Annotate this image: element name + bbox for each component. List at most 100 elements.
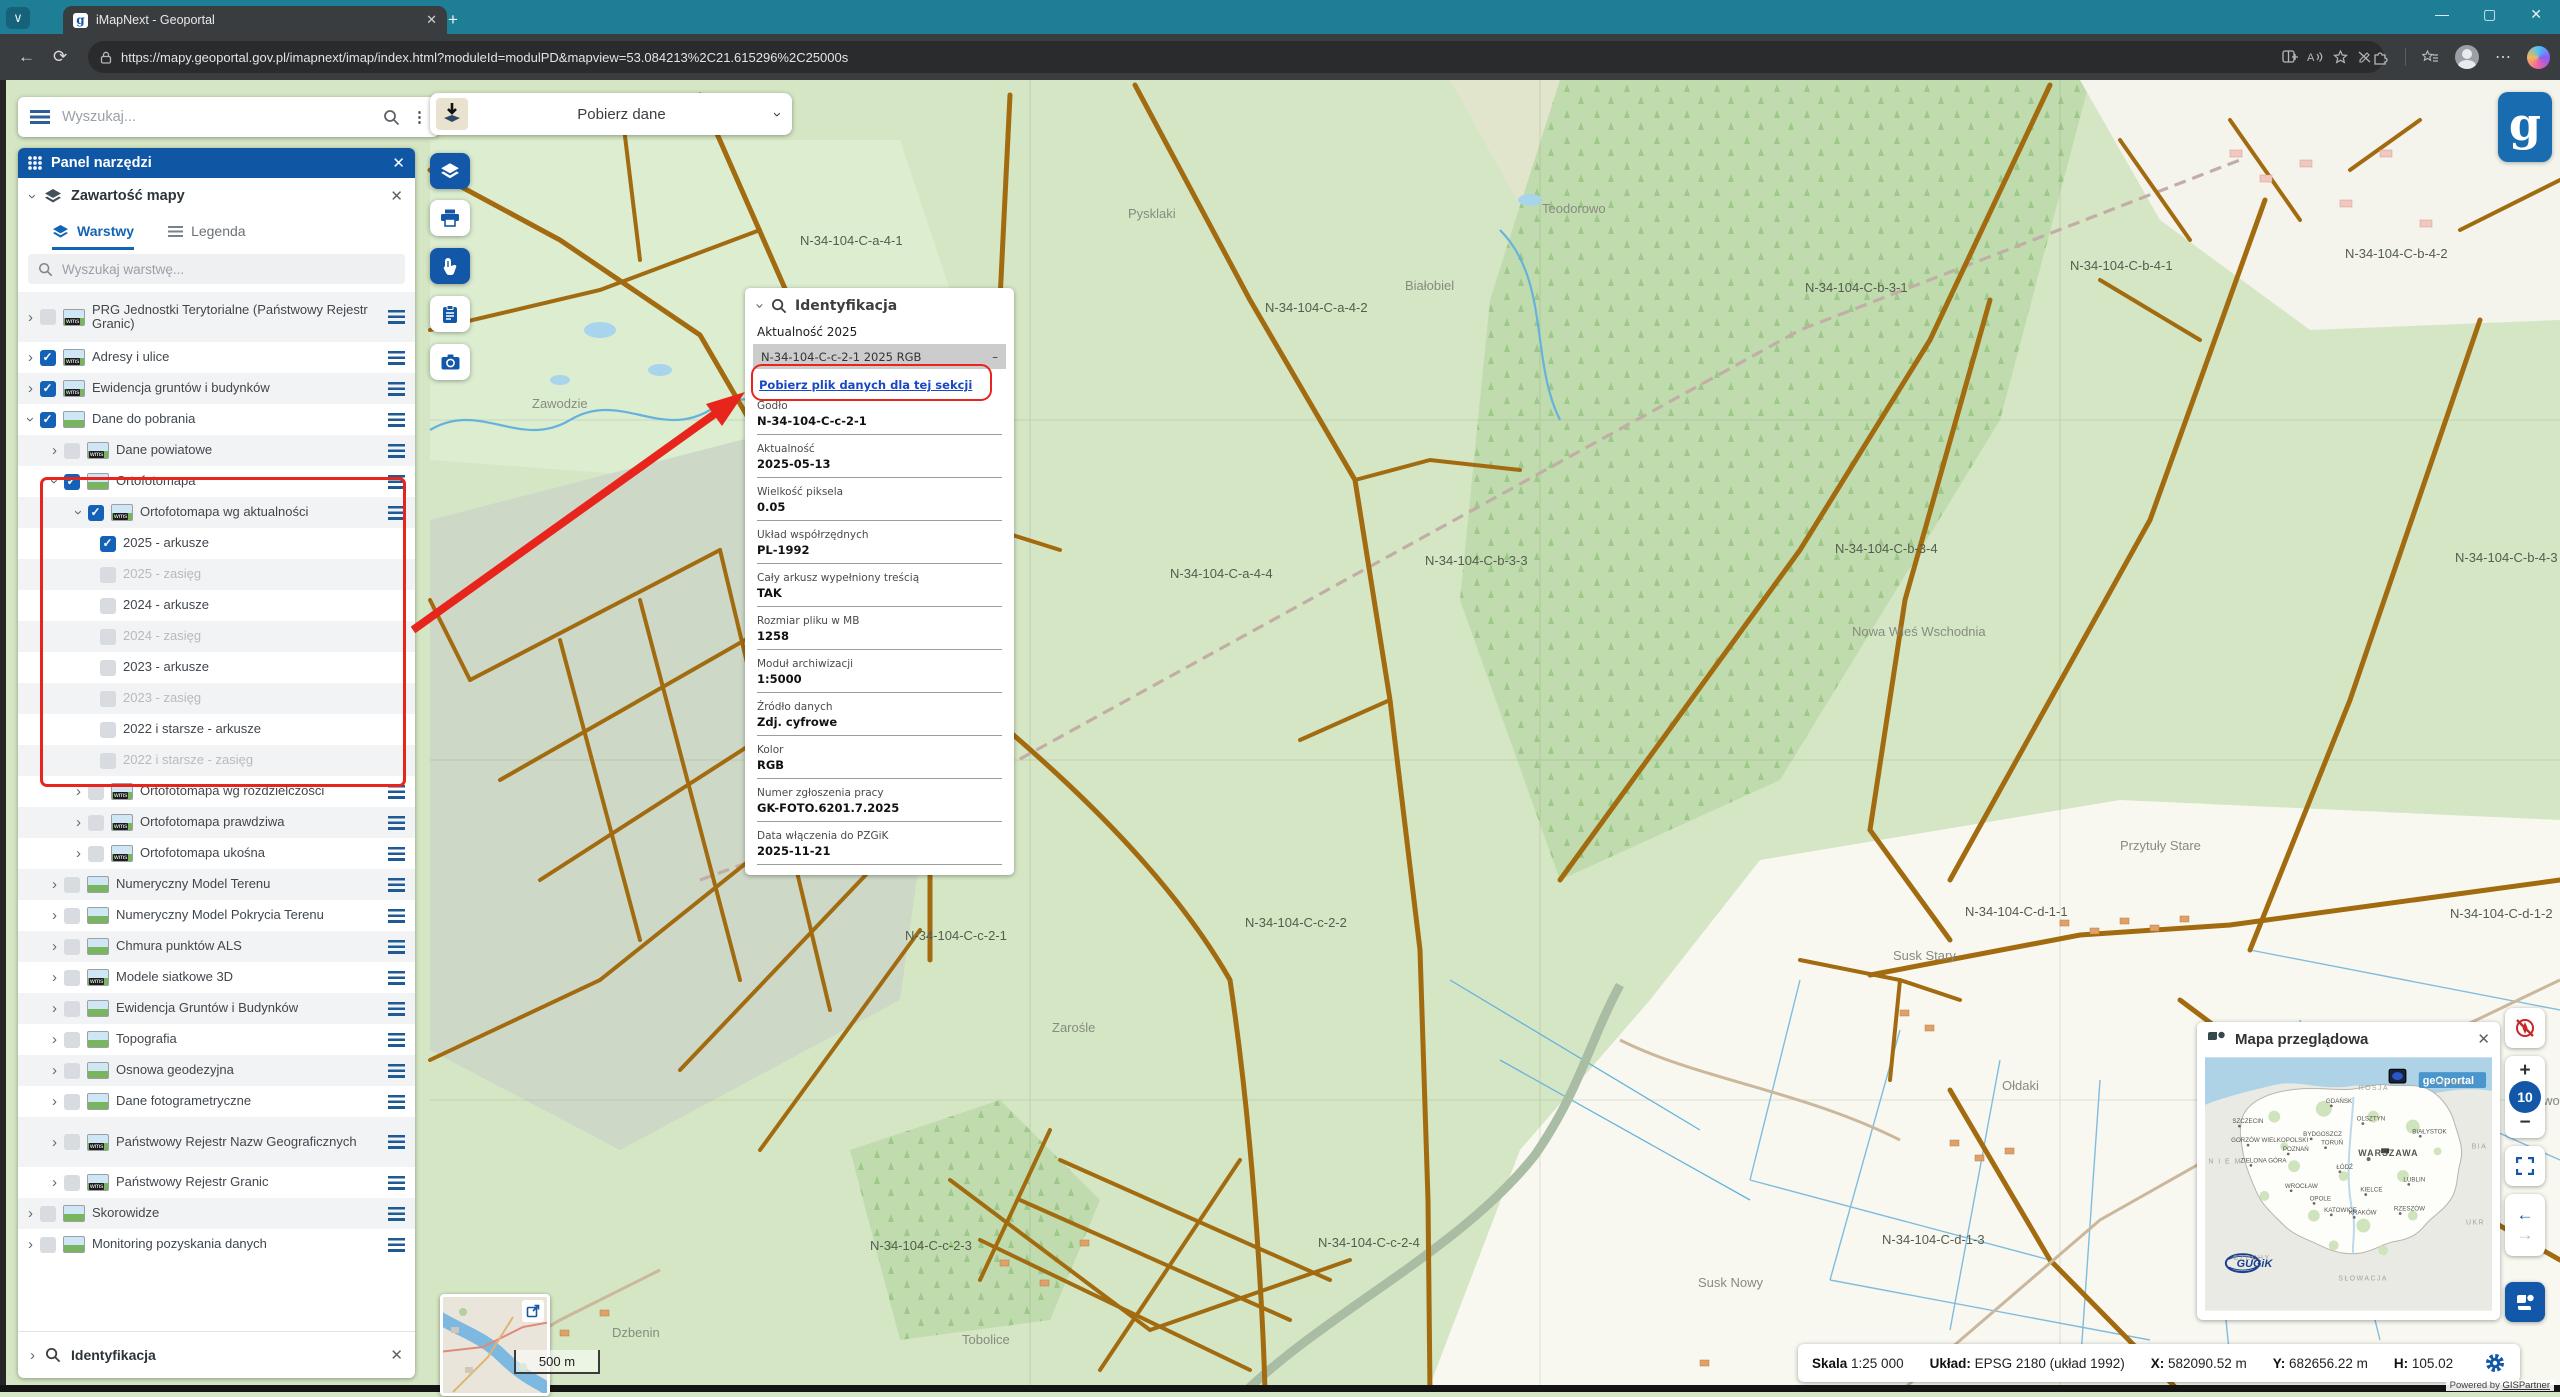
profile-avatar[interactable] <box>2455 45 2479 69</box>
favorite-star-icon[interactable] <box>2333 50 2348 64</box>
chevron-right-icon[interactable]: › <box>28 309 33 326</box>
more-options-icon[interactable]: ⋮ <box>412 108 427 126</box>
layer-menu-icon[interactable] <box>388 1207 405 1221</box>
identify-tool-bar[interactable]: › Identyfikacja ✕ <box>18 1331 415 1378</box>
layer-menu-icon[interactable] <box>388 1002 405 1016</box>
chevron-right-icon[interactable]: › <box>28 380 33 397</box>
layer-checkbox[interactable] <box>40 309 56 325</box>
chevron-right-icon[interactable]: › <box>52 969 57 986</box>
layer-search-input[interactable]: Wyszukaj warstwę... <box>28 254 405 284</box>
chevron-right-icon[interactable]: › <box>76 845 81 862</box>
close-window-button[interactable]: ✕ <box>2530 6 2542 23</box>
chevron-right-icon[interactable]: › <box>76 814 81 831</box>
layer-menu-icon[interactable] <box>388 1033 405 1047</box>
chevron-down-icon[interactable]: › <box>769 112 786 117</box>
next-view-button[interactable]: → <box>2517 1225 2534 1245</box>
chevron-right-icon[interactable]: › <box>30 1347 35 1364</box>
layers-tool-button[interactable] <box>430 153 470 189</box>
layer-row[interactable]: ›Numeryczny Model Pokrycia Terenu <box>18 900 415 931</box>
section-close-icon[interactable]: ✕ <box>390 189 403 204</box>
search-icon[interactable] <box>383 109 400 126</box>
settings-menu-icon[interactable]: ⋯ <box>2495 47 2511 67</box>
layer-checkbox[interactable] <box>64 1032 80 1048</box>
screenshot-camera-button[interactable] <box>430 344 470 380</box>
chevron-right-icon[interactable]: › <box>52 1062 57 1079</box>
split-screen-icon[interactable] <box>2282 50 2298 64</box>
previous-view-button[interactable]: ← <box>2517 1205 2534 1225</box>
reload-icon[interactable]: ⟳ <box>53 47 67 67</box>
layer-row[interactable]: ›PRG Jednostki Terytorialne (Państwowy R… <box>18 292 415 342</box>
layer-menu-icon[interactable] <box>388 351 405 365</box>
layer-checkbox[interactable] <box>64 1001 80 1017</box>
layer-row[interactable]: ›Państwowy Rejestr Nazw Geograficznych <box>18 1117 415 1167</box>
chevron-right-icon[interactable]: › <box>28 1236 33 1253</box>
maximize-button[interactable]: ▢ <box>2483 6 2496 23</box>
chevron-right-icon[interactable]: › <box>52 1174 57 1191</box>
layer-row[interactable]: ›Skorowidze <box>18 1198 415 1229</box>
overview-close-icon[interactable]: ✕ <box>2477 1032 2490 1047</box>
layer-checkbox[interactable] <box>64 970 80 986</box>
url-bar[interactable]: https://mapy.geoportal.gov.pl/imapnext/i… <box>88 41 2384 73</box>
layer-checkbox[interactable] <box>40 381 56 397</box>
layer-checkbox[interactable] <box>64 1094 80 1110</box>
north-reset-disabled-button[interactable] <box>2505 1008 2545 1048</box>
layer-checkbox[interactable] <box>64 877 80 893</box>
layer-row[interactable]: ›Ewidencja Gruntów i Budynków <box>18 993 415 1024</box>
layer-checkbox[interactable] <box>64 1063 80 1079</box>
layer-row[interactable]: ›Państwowy Rejestr Granic <box>18 1167 415 1198</box>
layer-checkbox[interactable] <box>40 1237 56 1253</box>
layer-checkbox[interactable] <box>88 846 104 862</box>
map-content-section[interactable]: › Zawartość mapy ✕ <box>18 178 415 214</box>
chevron-right-icon[interactable]: › <box>52 442 57 459</box>
chevron-down-icon[interactable]: › <box>751 303 769 309</box>
layer-menu-icon[interactable] <box>388 940 405 954</box>
download-data-dropdown[interactable]: Pobierz dane › <box>430 93 792 135</box>
layer-checkbox[interactable] <box>64 1175 80 1191</box>
back-icon[interactable]: ← <box>18 47 35 67</box>
favorites-bar-icon[interactable] <box>2422 50 2439 65</box>
zoom-in-button[interactable]: + <box>2519 1060 2530 1082</box>
layer-row[interactable]: ›Modele siatkowe 3D <box>18 962 415 993</box>
layer-row[interactable]: ›Topografia <box>18 1024 415 1055</box>
read-aloud-icon[interactable]: A <box>2307 50 2324 64</box>
layer-menu-icon[interactable] <box>388 971 405 985</box>
layer-checkbox[interactable] <box>64 443 80 459</box>
url-text[interactable]: https://mapy.geoportal.gov.pl/imapnext/i… <box>121 50 2273 65</box>
chevron-right-icon[interactable]: › <box>52 1093 57 1110</box>
browser-tab[interactable]: g iMapNext - Geoportal ✕ <box>63 6 447 34</box>
tab-close-icon[interactable]: ✕ <box>426 12 437 28</box>
layer-menu-icon[interactable] <box>388 1238 405 1252</box>
print-button[interactable] <box>430 200 470 236</box>
chevron-right-icon[interactable]: › <box>52 907 57 924</box>
identify-click-tool-button[interactable] <box>430 248 470 284</box>
layer-checkbox[interactable] <box>64 908 80 924</box>
new-tab-button[interactable]: + <box>448 10 458 30</box>
overview-map[interactable]: geOportal GUGiK GDAŃSKOLSZTYNSZCZECINBYD… <box>2205 1056 2492 1312</box>
layer-row[interactable]: ›Numeryczny Model Terenu <box>18 869 415 900</box>
tab-warstwy[interactable]: Warstwy <box>52 223 134 250</box>
chevron-right-icon[interactable]: › <box>52 876 57 893</box>
layer-menu-icon[interactable] <box>388 816 405 830</box>
layer-checkbox[interactable] <box>88 815 104 831</box>
layer-row[interactable]: ›Chmura punktów ALS <box>18 931 415 962</box>
layer-row[interactable]: ›Osnowa geodezyjna <box>18 1055 415 1086</box>
zoom-out-button[interactable]: − <box>2519 1112 2530 1134</box>
overview-toggle-button[interactable] <box>2505 1282 2545 1322</box>
layer-checkbox[interactable] <box>40 350 56 366</box>
layer-menu-icon[interactable] <box>388 444 405 458</box>
layer-row[interactable]: ›Dane do pobrania <box>18 404 415 435</box>
layer-menu-icon[interactable] <box>388 909 405 923</box>
chevron-right-icon[interactable]: › <box>52 1000 57 1017</box>
layer-checkbox[interactable] <box>40 1206 56 1222</box>
collapse-icon[interactable]: – <box>992 350 998 364</box>
panel-close-icon[interactable]: ✕ <box>392 156 405 171</box>
layer-menu-icon[interactable] <box>388 1176 405 1190</box>
fullscreen-button[interactable] <box>2505 1146 2545 1186</box>
map-search-widget[interactable]: Wyszukaj... ⋮ <box>18 97 439 137</box>
layer-row[interactable]: ›Ortofotomapa prawdziwa <box>18 807 415 838</box>
layer-menu-icon[interactable] <box>388 310 405 324</box>
layer-checkbox[interactable] <box>64 939 80 955</box>
basemap-switcher-thumbnail[interactable] <box>440 1294 550 1396</box>
layer-menu-icon[interactable] <box>388 1064 405 1078</box>
layer-row[interactable]: ›Adresy i ulice <box>18 342 415 373</box>
